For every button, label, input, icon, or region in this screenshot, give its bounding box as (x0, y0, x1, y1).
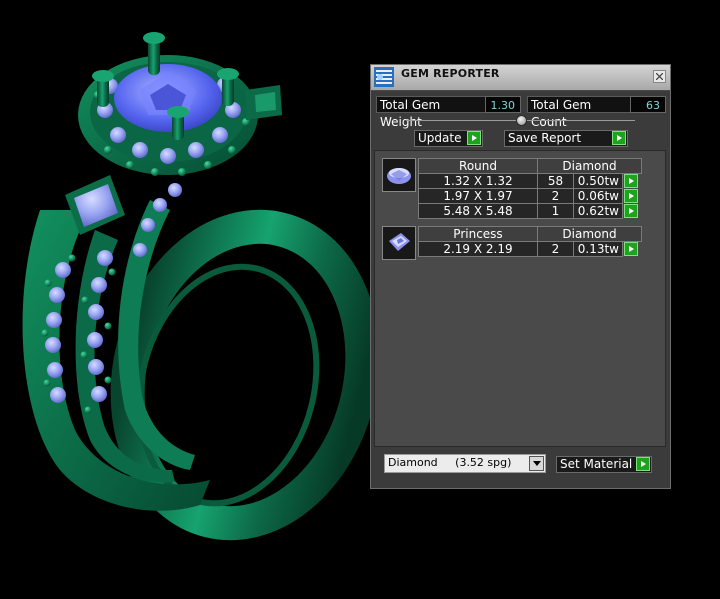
gem-weight-cell: 0.50tw (573, 173, 623, 189)
panel-titlebar[interactable]: GEM REPORTER (371, 65, 670, 91)
gem-size-cell: 5.48 X 5.48 (418, 203, 538, 219)
close-icon (656, 73, 663, 80)
gem-cut-header: Round (418, 158, 538, 174)
gem-count-cell: 1 (537, 203, 574, 219)
gem-material-header: Diamond (537, 226, 642, 242)
round-gem-thumbnail[interactable] (382, 158, 416, 192)
play-icon (636, 457, 650, 471)
set-material-button[interactable]: Set Material (556, 456, 652, 473)
material-dropdown-value: Diamond (3.52 spg) (388, 456, 512, 469)
panel-title: GEM REPORTER (401, 67, 500, 80)
total-gem-weight-value: 1.30 (485, 96, 521, 113)
play-icon (612, 131, 626, 145)
gem-list: Round Diamond 1.32 X 1.32 58 0.50tw 1.97… (374, 150, 666, 447)
row-select-button[interactable] (624, 204, 638, 218)
gem-cut-header: Princess (418, 226, 538, 242)
row-select-button[interactable] (624, 174, 638, 188)
gem-weight-cell: 0.13tw (573, 241, 623, 257)
princess-gem-icon (389, 233, 410, 251)
gem-reporter-panel: GEM REPORTER Total Gem Weight 1.30 Total… (370, 64, 671, 489)
slider-knob[interactable] (515, 115, 527, 126)
gem-count-cell: 2 (537, 188, 574, 204)
gem-size-cell: 1.32 X 1.32 (418, 173, 538, 189)
total-gem-weight-label: Total Gem Weight (376, 96, 486, 129)
princess-gem-thumbnail[interactable] (382, 226, 416, 260)
play-icon (467, 131, 481, 145)
total-gem-count-label: Total Gem Count (527, 96, 631, 129)
total-gem-count-value: 63 (630, 96, 666, 113)
row-select-button[interactable] (624, 242, 638, 256)
chevron-down-icon[interactable] (529, 456, 544, 471)
close-button[interactable] (653, 70, 666, 83)
update-button-label: Update (418, 131, 462, 145)
round-gem-icon (387, 168, 411, 184)
gem-size-cell: 1.97 X 1.97 (418, 188, 538, 204)
gem-count-cell: 58 (537, 173, 574, 189)
save-report-button-label: Save Report (508, 131, 582, 145)
gem-weight-cell: 0.06tw (573, 188, 623, 204)
update-button[interactable]: Update (414, 130, 483, 147)
set-material-button-label: Set Material (560, 457, 633, 471)
gem-reporter-app-icon (374, 67, 394, 87)
gem-weight-cell: 0.62tw (573, 203, 623, 219)
gallery-detail (245, 85, 282, 120)
gem-count-cell: 2 (537, 241, 574, 257)
gem-size-cell: 2.19 X 2.19 (418, 241, 538, 257)
save-report-button[interactable]: Save Report (504, 130, 628, 147)
material-dropdown[interactable]: Diamond (3.52 spg) (384, 454, 546, 473)
row-select-button[interactable] (624, 189, 638, 203)
gem-material-header: Diamond (537, 158, 642, 174)
